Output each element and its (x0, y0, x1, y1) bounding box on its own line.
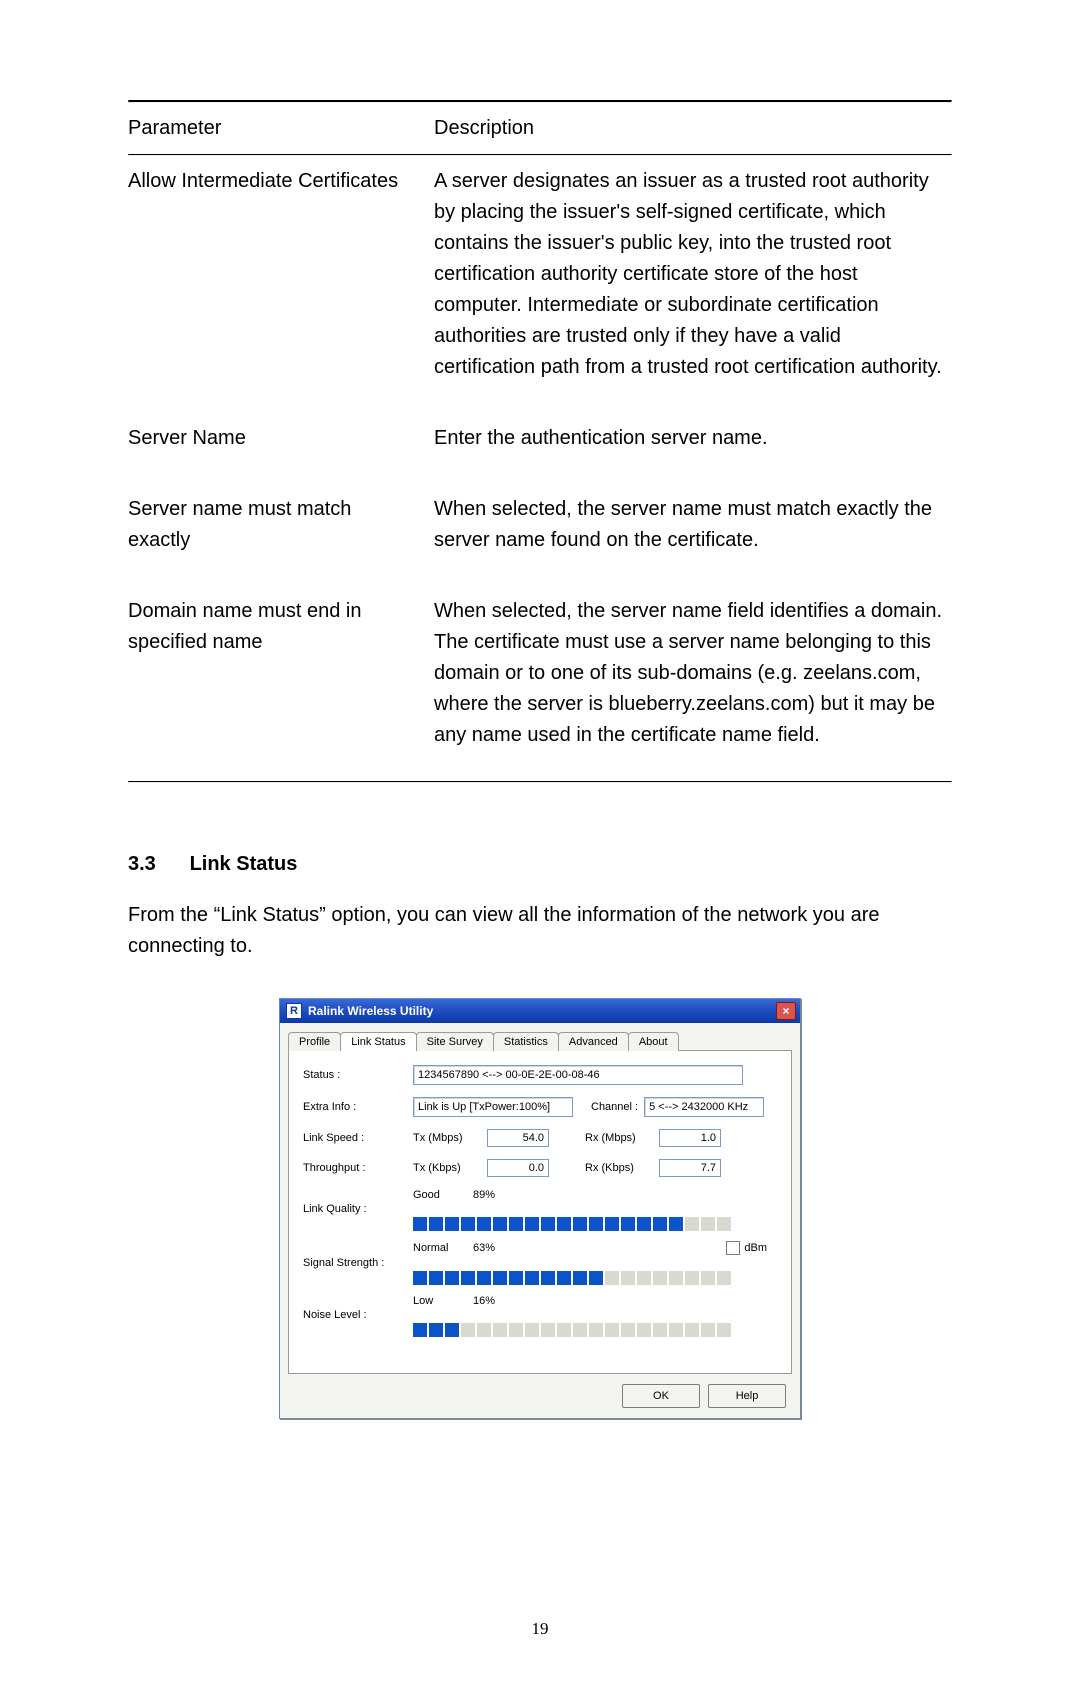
table-row: Allow Intermediate Certificates A server… (128, 156, 952, 413)
link-quality-pct: 89% (473, 1189, 523, 1201)
good-label: Good (413, 1189, 473, 1201)
noise-level-pct: 16% (473, 1295, 523, 1307)
tab-profile[interactable]: Profile (288, 1032, 341, 1051)
table-row: Server Name Enter the authentication ser… (128, 413, 952, 484)
status-field[interactable]: 1234567890 <--> 00-0E-2E-00-08-46 (413, 1065, 743, 1085)
window-title: Ralink Wireless Utility (308, 1004, 776, 1018)
rx-mbps-value: 1.0 (659, 1129, 721, 1147)
page-number: 19 (128, 1619, 952, 1639)
tab-site-survey[interactable]: Site Survey (416, 1032, 494, 1051)
titlebar[interactable]: R Ralink Wireless Utility × (280, 999, 800, 1023)
param-desc: Enter the authentication server name. (434, 413, 952, 484)
link-quality-bar (303, 1217, 777, 1231)
signal-strength-label: Signal Strength : (303, 1257, 413, 1269)
app-icon: R (286, 1003, 302, 1019)
rx-mbps-label: Rx (Mbps) (585, 1132, 655, 1144)
table-row: Server name must match exactly When sele… (128, 484, 952, 586)
channel-label: Channel : (591, 1101, 638, 1113)
tx-mbps-value: 54.0 (487, 1129, 549, 1147)
rx-kbps-label: Rx (Kbps) (585, 1162, 655, 1174)
throughput-label: Throughput : (303, 1162, 413, 1174)
section-heading: 3.3 Link Status (128, 853, 952, 876)
col-header-description: Description (434, 103, 952, 154)
param-name: Allow Intermediate Certificates (128, 156, 434, 413)
section-number: 3.3 (128, 853, 184, 876)
tab-strip: Profile Link Status Site Survey Statisti… (288, 1029, 792, 1051)
tx-kbps-label: Tx (Kbps) (413, 1162, 483, 1174)
tab-about[interactable]: About (628, 1032, 679, 1051)
dbm-checkbox[interactable] (726, 1241, 740, 1255)
ok-button[interactable]: OK (622, 1384, 700, 1408)
param-desc: A server designates an issuer as a trust… (434, 156, 952, 413)
link-speed-label: Link Speed : (303, 1132, 413, 1144)
parameter-table: Parameter Description Allow Intermediate… (128, 103, 952, 781)
param-desc: When selected, the server name field ide… (434, 586, 952, 781)
noise-level-bar (303, 1323, 777, 1337)
section-intro: From the “Link Status” option, you can v… (128, 900, 952, 962)
low-label: Low (413, 1295, 473, 1307)
extra-info-field[interactable]: Link is Up [TxPower:100%] (413, 1097, 573, 1117)
param-name: Server name must match exactly (128, 484, 434, 586)
tab-link-status[interactable]: Link Status (340, 1032, 416, 1051)
tx-mbps-label: Tx (Mbps) (413, 1132, 483, 1144)
section-title: Link Status (190, 853, 298, 875)
link-quality-label: Link Quality : (303, 1203, 413, 1215)
status-label: Status : (303, 1069, 413, 1081)
help-button[interactable]: Help (708, 1384, 786, 1408)
param-name: Domain name must end in specified name (128, 586, 434, 781)
dbm-label: dBm (744, 1242, 767, 1254)
signal-strength-pct: 63% (473, 1242, 523, 1254)
tx-kbps-value: 0.0 (487, 1159, 549, 1177)
tab-advanced[interactable]: Advanced (558, 1032, 629, 1051)
col-header-parameter: Parameter (128, 103, 434, 154)
table-row: Domain name must end in specified name W… (128, 586, 952, 781)
param-desc: When selected, the server name must matc… (434, 484, 952, 586)
close-icon[interactable]: × (776, 1002, 796, 1020)
noise-level-label: Noise Level : (303, 1309, 413, 1321)
ralink-dialog: R Ralink Wireless Utility × Profile Link… (279, 998, 801, 1419)
param-name: Server Name (128, 413, 434, 484)
normal-label: Normal (413, 1242, 473, 1254)
tab-statistics[interactable]: Statistics (493, 1032, 559, 1051)
rx-kbps-value: 7.7 (659, 1159, 721, 1177)
signal-strength-bar (303, 1271, 777, 1285)
channel-field[interactable]: 5 <--> 2432000 KHz (644, 1097, 764, 1117)
extra-info-label: Extra Info : (303, 1101, 413, 1113)
